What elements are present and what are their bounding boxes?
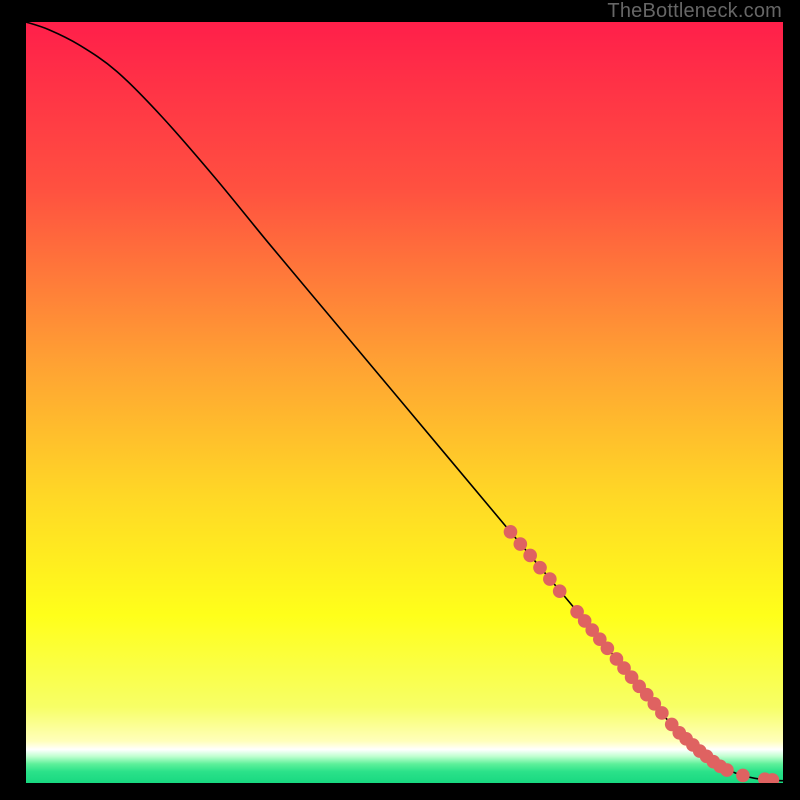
data-marker [543, 572, 557, 586]
data-marker [523, 549, 537, 563]
data-marker [504, 525, 518, 539]
data-marker [655, 706, 669, 720]
gradient-background [26, 22, 783, 783]
chart-svg [26, 22, 783, 783]
chart-container: TheBottleneck.com [0, 0, 800, 800]
data-marker [553, 584, 567, 598]
data-marker [533, 561, 547, 575]
data-marker [720, 763, 734, 777]
attribution-text: TheBottleneck.com [607, 0, 782, 23]
data-marker [601, 641, 615, 655]
data-marker [736, 769, 750, 783]
data-marker [514, 537, 528, 551]
plot-area [26, 22, 783, 783]
